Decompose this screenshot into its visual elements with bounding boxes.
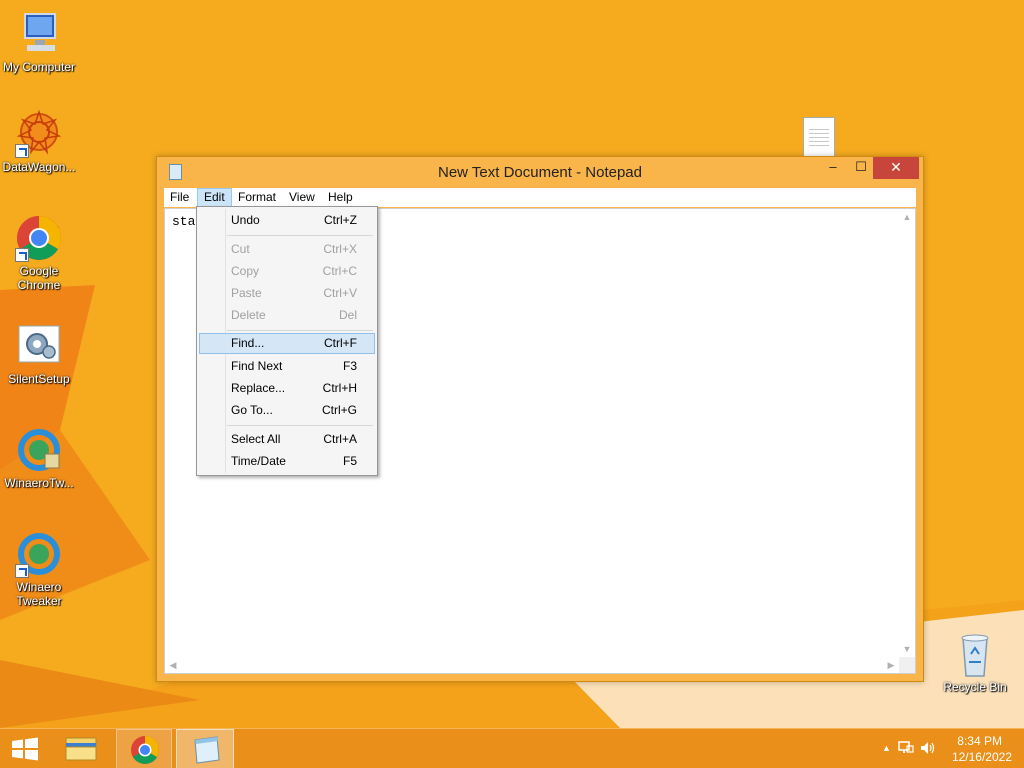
- taskbar-notepad[interactable]: [176, 729, 234, 768]
- menu-separator: [227, 425, 373, 426]
- menu-item-delete[interactable]: Delete Del: [199, 305, 375, 326]
- menu-item-shortcut: Ctrl+G: [321, 403, 357, 417]
- scroll-down-icon[interactable]: ▼: [899, 644, 915, 654]
- horizontal-scrollbar[interactable]: ◀ ▶: [165, 657, 899, 673]
- menu-item-label: Find...: [231, 336, 265, 350]
- menu-view[interactable]: View: [283, 188, 321, 207]
- desktop-icon-google-chrome[interactable]: Google Chrome: [0, 214, 78, 292]
- desktop-icon-recycle-bin[interactable]: Recycle Bin: [936, 630, 1014, 694]
- datawagon-icon: [15, 109, 63, 158]
- desktop-icon-label: Google Chrome: [17, 264, 61, 292]
- notepad-icon: [194, 736, 220, 764]
- edit-menu-dropdown: Undo Ctrl+Z Cut Ctrl+X Copy Ctrl+C Paste…: [196, 206, 378, 476]
- menu-item-cut[interactable]: Cut Ctrl+X: [199, 239, 375, 260]
- menu-item-time-date[interactable]: Time/Date F5: [199, 451, 375, 472]
- show-hidden-icons-icon[interactable]: ▲: [882, 743, 891, 753]
- menu-item-label: Cut: [231, 242, 250, 256]
- menu-bar: File Edit Format View Help: [164, 188, 916, 207]
- desktop-icon-winaerotw[interactable]: WinaeroTw...: [0, 426, 78, 490]
- menu-item-shortcut: Del: [338, 308, 357, 322]
- menu-item-undo[interactable]: Undo Ctrl+Z: [199, 210, 375, 231]
- menu-item-shortcut: Ctrl+A: [323, 432, 357, 446]
- menu-item-go-to[interactable]: Go To... Ctrl+G: [199, 400, 375, 421]
- menu-item-label: Find Next: [231, 359, 283, 373]
- menu-format[interactable]: Format: [232, 188, 282, 207]
- shortcut-arrow-icon: [15, 248, 29, 262]
- setup-gear-icon: [15, 322, 63, 370]
- size-grip[interactable]: [899, 657, 915, 673]
- menu-item-label: Go To...: [231, 403, 273, 417]
- desktop-icon-winaero-tweaker[interactable]: Winaero Tweaker: [0, 530, 78, 608]
- menu-file[interactable]: File: [164, 188, 195, 207]
- window-title: New Text Document - Notepad: [438, 164, 642, 181]
- shortcut-arrow-icon: [15, 564, 29, 578]
- scroll-left-icon[interactable]: ◀: [165, 660, 181, 671]
- text-document-icon[interactable]: [803, 117, 835, 157]
- menu-item-label: Copy: [231, 264, 260, 278]
- menu-item-copy[interactable]: Copy Ctrl+C: [199, 261, 375, 282]
- desktop-icon-label: Winaero Tweaker: [16, 580, 62, 608]
- title-bar[interactable]: New Text Document - Notepad ‒ ☐ ✕: [157, 157, 923, 187]
- document-text[interactable]: sta: [172, 214, 195, 229]
- clock-date[interactable]: 12/16/2022: [922, 750, 1012, 764]
- menu-item-shortcut: F3: [342, 359, 357, 373]
- minimize-button[interactable]: ‒: [819, 157, 847, 179]
- menu-item-label: Replace...: [231, 381, 286, 395]
- desktop-icon-datawagon[interactable]: DataWagon...: [0, 109, 78, 174]
- desktop-icon-label: Recycle Bin: [943, 680, 1007, 694]
- menu-item-paste[interactable]: Paste Ctrl+V: [199, 283, 375, 304]
- file-explorer-icon: [65, 737, 97, 761]
- menu-item-label: Delete: [231, 308, 266, 322]
- close-button[interactable]: ✕: [873, 157, 919, 179]
- winaero-icon: [15, 426, 63, 474]
- menu-item-shortcut: Ctrl+C: [322, 264, 357, 278]
- menu-item-shortcut: Ctrl+F: [324, 336, 357, 350]
- maximize-button[interactable]: ☐: [847, 157, 875, 179]
- computer-icon: [15, 10, 63, 58]
- menu-item-shortcut: Ctrl+H: [322, 381, 357, 395]
- menu-item-shortcut: Ctrl+V: [323, 286, 357, 300]
- vertical-scrollbar[interactable]: ▲ ▼: [899, 209, 915, 657]
- chrome-icon: [15, 214, 63, 262]
- menu-item-find[interactable]: Find... Ctrl+F: [199, 333, 375, 354]
- windows-logo-icon: [12, 737, 38, 761]
- network-icon[interactable]: [898, 741, 914, 758]
- menu-separator: [227, 330, 373, 331]
- desktop-icon-my-computer[interactable]: My Computer: [0, 10, 78, 74]
- menu-item-label: Paste: [231, 286, 262, 300]
- taskbar-file-explorer[interactable]: [56, 729, 106, 768]
- taskbar-chrome[interactable]: [116, 729, 172, 768]
- menu-edit[interactable]: Edit: [197, 188, 232, 207]
- menu-item-shortcut: F5: [342, 454, 357, 468]
- taskbar: ▲ 8:34 PM 12/16/2022: [0, 728, 1024, 768]
- recycle-bin-icon: [951, 630, 999, 678]
- shortcut-arrow-icon: [15, 144, 29, 158]
- menu-item-label: Undo: [231, 213, 260, 227]
- menu-item-label: Select All: [231, 432, 281, 446]
- menu-separator: [227, 235, 373, 236]
- scroll-up-icon[interactable]: ▲: [899, 212, 915, 222]
- menu-item-shortcut: Ctrl+X: [323, 242, 357, 256]
- clock-time[interactable]: 8:34 PM: [922, 734, 1002, 748]
- desktop-icon-label: SilentSetup: [8, 372, 70, 386]
- menu-item-find-next[interactable]: Find Next F3: [199, 356, 375, 377]
- start-button[interactable]: [0, 729, 50, 768]
- winaero-icon: [15, 530, 63, 578]
- system-tray: ▲ 8:34 PM 12/16/2022: [864, 729, 1024, 768]
- desktop-icon-label: My Computer: [2, 60, 76, 74]
- menu-help[interactable]: Help: [322, 188, 359, 207]
- desktop-icon-label: DataWagon...: [2, 160, 76, 174]
- menu-item-shortcut: Ctrl+Z: [324, 213, 357, 227]
- menu-item-replace[interactable]: Replace... Ctrl+H: [199, 378, 375, 399]
- desktop-icon-label: WinaeroTw...: [4, 476, 74, 490]
- chrome-icon: [131, 736, 159, 764]
- desktop-icon-silentsetup[interactable]: SilentSetup: [0, 322, 78, 386]
- menu-item-select-all[interactable]: Select All Ctrl+A: [199, 429, 375, 450]
- scroll-right-icon[interactable]: ▶: [883, 660, 899, 671]
- menu-item-label: Time/Date: [231, 454, 286, 468]
